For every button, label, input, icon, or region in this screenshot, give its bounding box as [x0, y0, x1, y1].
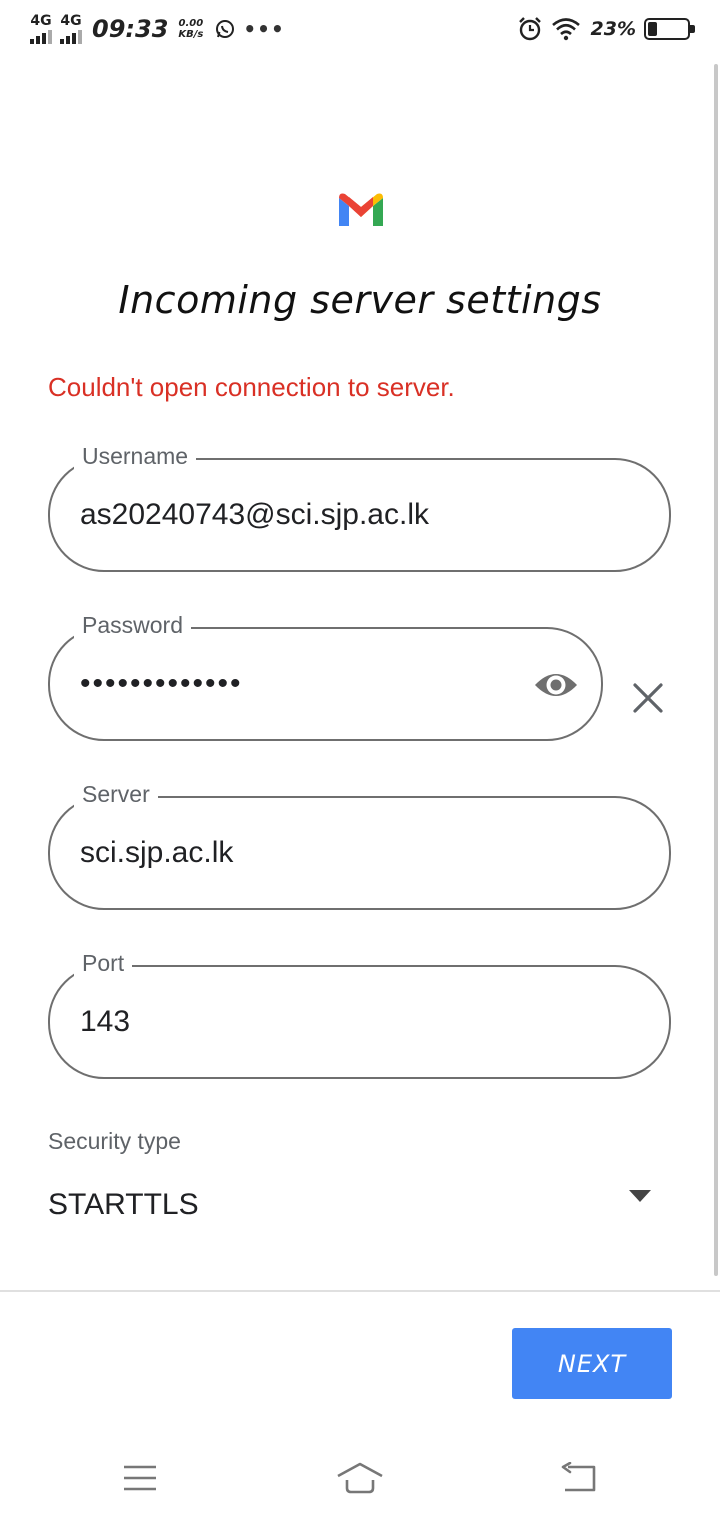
error-message: Couldn't open connection to server.: [48, 372, 455, 402]
menu-icon[interactable]: [122, 1464, 158, 1492]
back-icon[interactable]: [560, 1462, 598, 1494]
dropdown-arrow-icon[interactable]: [629, 1190, 651, 1202]
security-type-select[interactable]: STARTTLS: [48, 1188, 199, 1222]
network-speed-value: 0.00: [178, 18, 204, 29]
signal-icon: 4G: [30, 14, 52, 44]
password-field[interactable]: Password •••••••••••••: [48, 612, 603, 741]
more-notifications-icon: •••: [243, 17, 285, 41]
battery-icon: [644, 18, 695, 40]
password-value[interactable]: •••••••••••••: [80, 629, 243, 739]
eye-icon[interactable]: [533, 665, 579, 705]
alarm-icon: [518, 17, 541, 41]
network-speed: 0.00 KB/s: [178, 18, 203, 40]
battery-percent: 23%: [590, 18, 636, 40]
signal-icon: 4G: [60, 14, 82, 44]
close-icon[interactable]: [630, 680, 666, 716]
sim1-network-label: 4G: [30, 13, 52, 29]
port-value[interactable]: 143: [80, 967, 130, 1077]
navigation-bar: [0, 1440, 720, 1520]
port-field[interactable]: Port 143: [48, 950, 671, 1079]
username-value[interactable]: as20240743@sci.sjp.ac.lk: [80, 460, 429, 570]
server-field[interactable]: Server sci.sjp.ac.lk: [48, 781, 671, 910]
home-icon[interactable]: [335, 1460, 385, 1496]
whatsapp-icon: [216, 20, 235, 38]
security-type-label: Security type: [48, 1128, 181, 1154]
status-time: 09:33: [92, 15, 169, 43]
sim2-network-label: 4G: [60, 13, 82, 29]
divider: [0, 1290, 720, 1292]
server-value[interactable]: sci.sjp.ac.lk: [80, 798, 233, 908]
wifi-icon: [551, 18, 580, 41]
scrollbar[interactable]: [714, 64, 718, 1276]
network-speed-unit: KB/s: [178, 29, 204, 40]
gmail-logo: [339, 193, 383, 226]
next-button[interactable]: NEXT: [512, 1328, 672, 1399]
username-field[interactable]: Username as20240743@sci.sjp.ac.lk: [48, 443, 671, 572]
page-title: Incoming server settings: [118, 278, 602, 322]
status-bar: 4G 4G 09:33 0.00 KB/s ••• 23%: [0, 0, 720, 64]
